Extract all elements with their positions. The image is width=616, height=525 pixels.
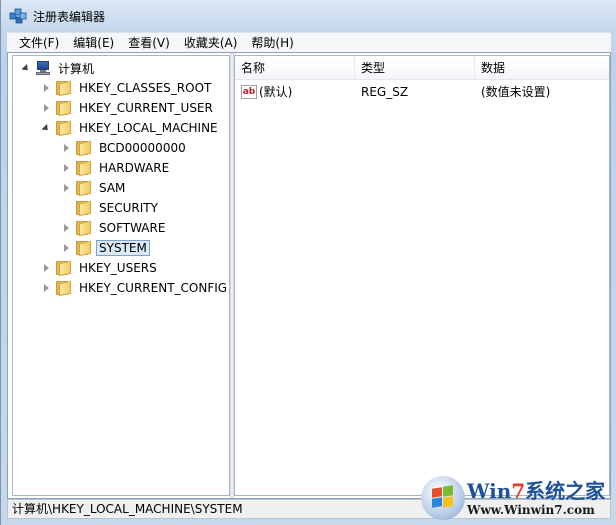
no-expander	[61, 203, 71, 213]
folder-icon	[75, 140, 92, 157]
menu-edit[interactable]: 编辑(E)	[67, 33, 120, 53]
tree-item-label: SOFTWARE	[99, 221, 166, 235]
collapse-icon[interactable]	[21, 63, 31, 73]
tree-item-software[interactable]: SOFTWARE	[61, 218, 168, 238]
column-header-type[interactable]: 类型	[355, 56, 475, 80]
tree-item-label: 计算机	[58, 61, 95, 76]
tree-item-label: SYSTEM	[96, 240, 150, 256]
tree-item-hkey-users[interactable]: HKEY_USERS	[41, 258, 160, 278]
collapse-icon[interactable]	[41, 123, 51, 133]
tree-item-label: HKEY_LOCAL_MACHINE	[79, 121, 218, 135]
watermark-url: Www.Winwin7.com	[467, 502, 595, 517]
tree-item-label: HARDWARE	[99, 161, 170, 175]
tree-item-computer[interactable]: 计算机	[21, 58, 97, 78]
menu-file[interactable]: 文件(F)	[13, 33, 65, 53]
tree-item-label: HKEY_USERS	[79, 261, 157, 275]
folder-icon	[55, 80, 72, 97]
tree-item-label: HKEY_CURRENT_USER	[79, 101, 213, 115]
folder-icon	[75, 200, 92, 217]
tree-item-hkey-classes-root[interactable]: HKEY_CLASSES_ROOT	[41, 78, 214, 98]
expand-icon[interactable]	[41, 103, 51, 113]
tree-item-system[interactable]: SYSTEM	[61, 238, 150, 258]
menu-bar: 文件(F) 编辑(E) 查看(V) 收藏夹(A) 帮助(H)	[7, 32, 611, 52]
tree-item-label: HKEY_CLASSES_ROOT	[79, 81, 212, 95]
value-data: (数值未设置)	[481, 85, 551, 99]
tree-item-label: BCD00000000	[99, 141, 186, 155]
folder-icon	[55, 260, 72, 277]
window-title: 注册表编辑器	[33, 9, 106, 24]
ab-string-icon: ab	[241, 85, 257, 99]
folder-icon	[55, 100, 72, 117]
computer-icon	[35, 61, 51, 75]
expand-icon[interactable]	[41, 263, 51, 273]
windows-logo-icon	[421, 475, 465, 520]
tree-item-bcd00000000[interactable]: BCD00000000	[61, 138, 189, 158]
status-path: 计算机\HKEY_LOCAL_MACHINE\SYSTEM	[12, 502, 243, 516]
value-name: (默认)	[259, 85, 293, 99]
expand-icon[interactable]	[41, 83, 51, 93]
folder-icon	[75, 180, 92, 197]
expand-icon[interactable]	[61, 143, 71, 153]
watermark: Win7系统之家 Www.Winwin7.com	[421, 470, 616, 525]
value-name-cell: ab (默认)	[235, 82, 355, 102]
menu-view[interactable]: 查看(V)	[122, 33, 176, 53]
tree-item-label: HKEY_CURRENT_CONFIG	[79, 281, 228, 295]
column-header-data[interactable]: 数据	[475, 56, 609, 80]
values-list[interactable]: 名称 类型 数据 ab (默认) REG_SZ (数值未设置)	[234, 55, 610, 496]
folder-icon	[75, 220, 92, 237]
tree-item-hkey-current-config[interactable]: HKEY_CURRENT_CONFIG	[41, 278, 229, 298]
expand-icon[interactable]	[61, 243, 71, 253]
title-bar[interactable]: 注册表编辑器	[1, 0, 616, 32]
list-header: 名称 类型 数据	[235, 56, 609, 80]
tree-item-sam[interactable]: SAM	[61, 178, 128, 198]
list-item[interactable]: ab (默认) REG_SZ (数值未设置)	[235, 82, 609, 102]
registry-tree[interactable]: 计算机 HKEY_CLASSES_ROOT HKEY_CURRENT_USER …	[12, 55, 230, 496]
tree-item-hardware[interactable]: HARDWARE	[61, 158, 172, 178]
expand-icon[interactable]	[61, 183, 71, 193]
regedit-window: 注册表编辑器 文件(F) 编辑(E) 查看(V) 收藏夹(A) 帮助(H) 计算…	[0, 0, 616, 525]
tree-item-label: SECURITY	[99, 201, 158, 215]
tree-item-hkey-local-machine[interactable]: HKEY_LOCAL_MACHINE	[41, 118, 221, 138]
menu-favorites[interactable]: 收藏夹(A)	[178, 33, 244, 53]
expand-icon[interactable]	[61, 163, 71, 173]
expand-icon[interactable]	[61, 223, 71, 233]
watermark-text: Win7系统之家 Www.Winwin7.com	[467, 479, 605, 517]
menu-help[interactable]: 帮助(H)	[245, 33, 299, 53]
main-content: 计算机 HKEY_CLASSES_ROOT HKEY_CURRENT_USER …	[7, 52, 611, 499]
value-type: REG_SZ	[361, 85, 409, 99]
regedit-app-icon	[9, 7, 27, 25]
folder-icon	[75, 160, 92, 177]
folder-open-icon	[55, 120, 72, 137]
watermark-brand: Win7系统之家	[467, 478, 606, 503]
tree-item-security[interactable]: SECURITY	[61, 198, 161, 218]
column-header-name[interactable]: 名称	[235, 56, 355, 80]
tree-item-label: SAM	[99, 181, 126, 195]
folder-icon	[55, 280, 72, 297]
expand-icon[interactable]	[41, 283, 51, 293]
tree-item-hkey-current-user[interactable]: HKEY_CURRENT_USER	[41, 98, 216, 118]
folder-icon	[75, 240, 92, 257]
